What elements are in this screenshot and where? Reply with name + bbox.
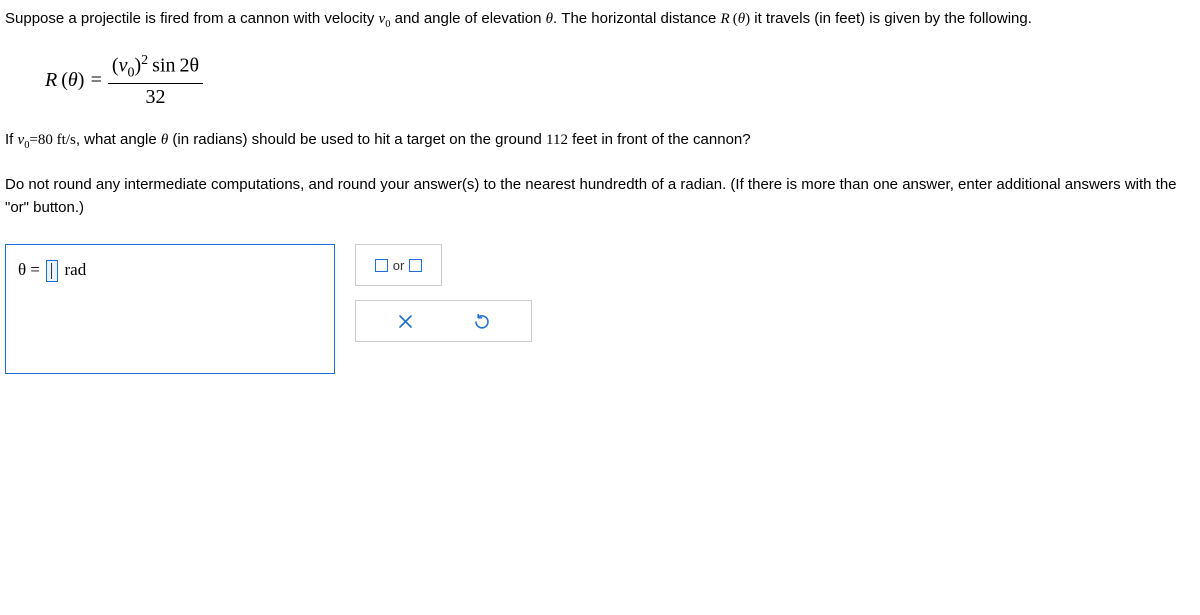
clear-button[interactable] xyxy=(398,314,413,329)
undo-icon xyxy=(473,313,490,330)
q-text-2: , what angle xyxy=(76,131,161,148)
formula-fraction: (v0)2 sin 2θ 32 xyxy=(108,53,203,110)
q-text-4: feet in front of the cannon? xyxy=(568,131,751,148)
reset-button[interactable] xyxy=(473,313,490,330)
var-R-theta: R (θ) xyxy=(721,11,751,27)
action-buttons-row xyxy=(355,300,532,342)
q-text-3: (in radians) should be used to hit a tar… xyxy=(168,131,546,148)
rounding-note: Do not round any intermediate computatio… xyxy=(5,174,1195,219)
intro-text-1: Suppose a projectile is fired from a can… xyxy=(5,10,379,27)
problem-intro: Suppose a projectile is fired from a can… xyxy=(5,8,1195,33)
q-dist: 112 xyxy=(546,132,568,148)
q-vel-unit: ft/s xyxy=(53,132,76,148)
answer-input-box[interactable]: θ = rad xyxy=(5,244,335,374)
formula-display: R (θ) = (v0)2 sin 2θ 32 xyxy=(45,53,1195,110)
or-label: or xyxy=(393,258,405,273)
question-line: If v0=80 ft/s, what angle θ (in radians)… xyxy=(5,129,1195,154)
controls-panel: or xyxy=(355,244,532,342)
q-vel-val: 80 xyxy=(38,132,53,148)
close-icon xyxy=(398,314,413,329)
intro-text-3: . The horizontal distance xyxy=(553,10,721,27)
intro-text-2: and angle of elevation xyxy=(390,10,545,27)
placeholder-box-icon xyxy=(375,259,388,272)
placeholder-box-icon xyxy=(409,259,422,272)
formula-numerator: (v0)2 sin 2θ xyxy=(108,53,203,85)
formula-lhs: R (θ) = xyxy=(45,69,108,91)
var-v0-1: v0 xyxy=(379,11,391,27)
var-theta-1: θ xyxy=(546,11,553,27)
q-eq: = xyxy=(29,132,37,148)
q-text-1: If xyxy=(5,131,18,148)
or-button[interactable]: or xyxy=(355,244,442,286)
var-v0-2: v0 xyxy=(18,132,30,148)
intro-text-4: it travels (in feet) is given by the fol… xyxy=(750,10,1032,27)
answer-prefix: θ = xyxy=(18,260,44,279)
formula-denominator: 32 xyxy=(108,84,203,109)
answer-unit: rad xyxy=(64,260,86,279)
answer-input[interactable] xyxy=(46,260,58,282)
answer-area: θ = rad or xyxy=(5,244,1195,374)
